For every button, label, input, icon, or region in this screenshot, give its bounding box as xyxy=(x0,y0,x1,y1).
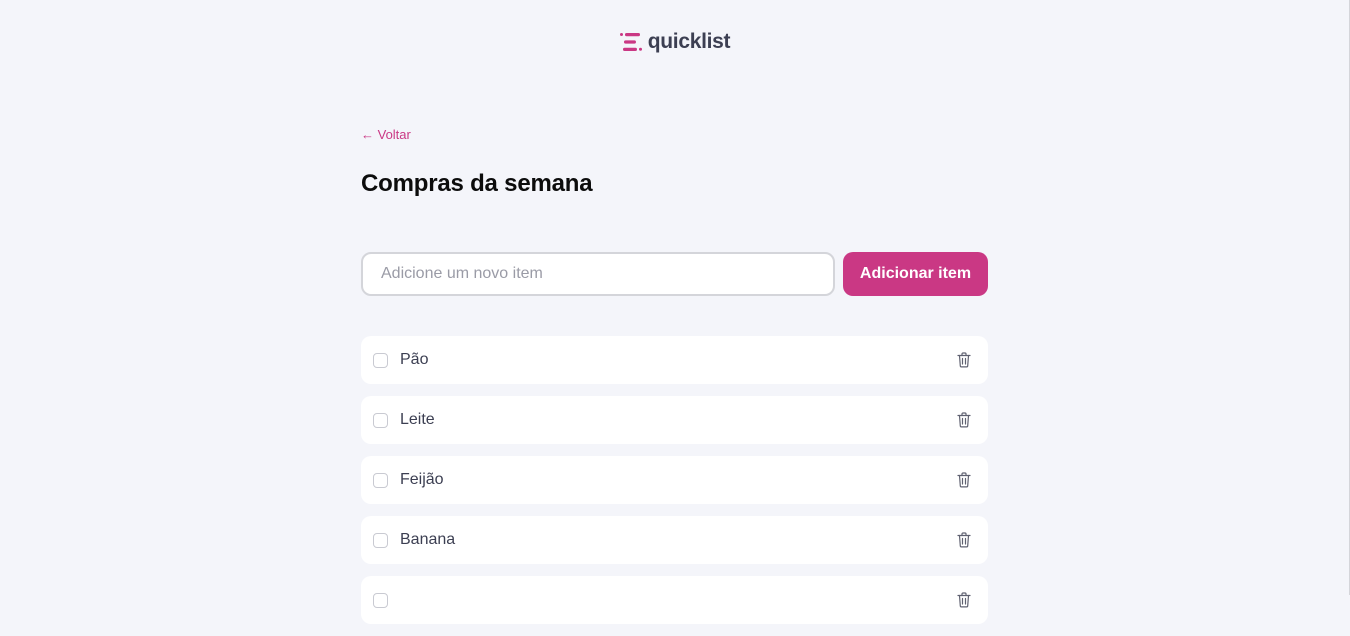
brand-name: quicklist xyxy=(647,30,731,53)
item-checkbox[interactable] xyxy=(373,412,388,428)
item-label: Banana xyxy=(400,531,456,548)
logo[interactable]: quicklist xyxy=(619,30,731,54)
trash-icon xyxy=(957,412,971,428)
delete-item-button[interactable] xyxy=(952,468,976,492)
trash-icon xyxy=(957,592,971,608)
list-item xyxy=(361,576,988,624)
new-item-input[interactable] xyxy=(361,252,835,296)
item-label: Pão xyxy=(400,351,429,368)
shopping-item-list: Pão Leite Feijão Banana xyxy=(361,336,988,636)
list-item: Banana xyxy=(361,516,988,564)
item-label: Feijão xyxy=(400,471,444,488)
back-link[interactable]: ← Voltar xyxy=(361,127,411,142)
delete-item-button[interactable] xyxy=(952,588,976,612)
trash-icon xyxy=(957,352,971,368)
trash-icon xyxy=(957,472,971,488)
add-item-form: Adicionar item xyxy=(361,252,988,296)
item-checkbox[interactable] xyxy=(373,532,388,548)
page-title: Compras da semana xyxy=(361,170,593,197)
delete-item-button[interactable] xyxy=(952,408,976,432)
list-item: Pão xyxy=(361,336,988,384)
list-lines-icon xyxy=(619,33,642,51)
item-checkbox[interactable] xyxy=(373,472,388,488)
delete-item-button[interactable] xyxy=(952,528,976,552)
item-checkbox[interactable] xyxy=(373,352,388,368)
delete-item-button[interactable] xyxy=(952,348,976,372)
app-header: quicklist xyxy=(0,30,1350,54)
list-item: Leite xyxy=(361,396,988,444)
add-item-button[interactable]: Adicionar item xyxy=(843,252,988,296)
list-item: Feijão xyxy=(361,456,988,504)
item-label: Leite xyxy=(400,411,435,428)
trash-icon xyxy=(957,532,971,548)
